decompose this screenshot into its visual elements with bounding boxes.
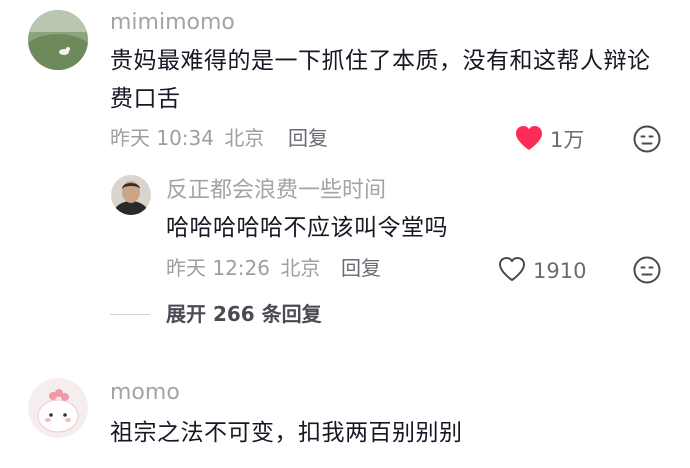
like-button[interactable]: 1万 — [514, 124, 584, 156]
comment-text-line: 费口舌 — [110, 86, 181, 112]
comment-username[interactable]: momo — [110, 380, 180, 406]
dislike-button[interactable] — [632, 124, 662, 154]
dislike-face-icon — [632, 125, 662, 158]
avatar[interactable] — [111, 175, 151, 215]
avatar[interactable] — [28, 378, 88, 438]
heart-icon — [497, 255, 527, 287]
like-button[interactable]: 1910 — [497, 255, 586, 287]
comment-time: 昨天 10:34 — [110, 126, 214, 150]
dislike-face-icon — [632, 256, 662, 289]
avatar[interactable] — [28, 10, 88, 70]
reply-button[interactable]: 回复 — [341, 256, 381, 280]
reply-text: 哈哈哈哈哈不应该叫令堂吗 — [166, 215, 448, 241]
comment-text: 祖宗之法不可变，扣我两百别别别 — [110, 420, 463, 446]
comment-timestamp: 昨天 10:34 北京 — [110, 126, 264, 150]
reply-time: 昨天 12:26 — [166, 256, 270, 280]
comment-username[interactable]: mimimomo — [110, 10, 235, 36]
expand-replies-button[interactable]: 展开 266 条回复 — [110, 302, 322, 326]
like-count: 1万 — [550, 128, 585, 152]
like-count: 1910 — [533, 259, 587, 283]
comment-location: 北京 — [224, 126, 265, 150]
comment-text: 贵妈最难得的是一下抓住了本质，没有和这帮人辩论 费口舌 — [110, 42, 670, 118]
reply-button[interactable]: 回复 — [288, 126, 328, 150]
expand-replies-label: 展开 266 条回复 — [166, 302, 322, 326]
dislike-button[interactable] — [632, 255, 662, 285]
reply-timestamp: 昨天 12:26 北京 — [166, 256, 320, 280]
divider — [110, 313, 150, 315]
reply-location: 北京 — [280, 256, 321, 280]
comment-text-line: 贵妈最难得的是一下抓住了本质，没有和这帮人辩论 — [110, 48, 651, 74]
reply-username[interactable]: 反正都会浪费一些时间 — [166, 178, 386, 204]
heart-icon — [514, 124, 544, 156]
